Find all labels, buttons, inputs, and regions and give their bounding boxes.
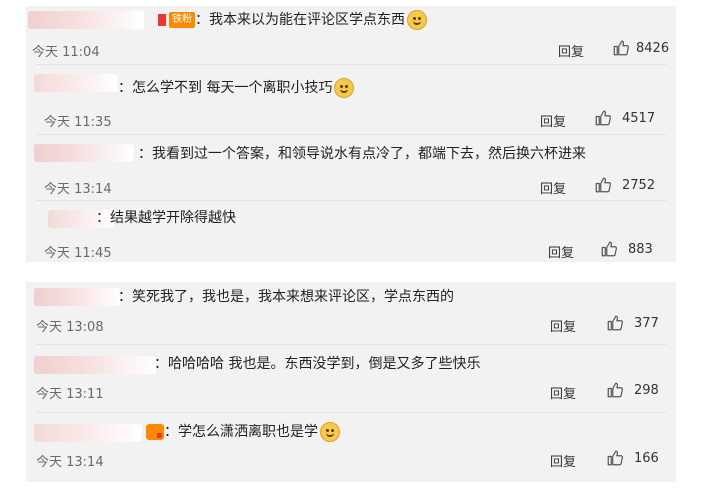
doge-emoji-icon — [407, 10, 427, 30]
username-blurred[interactable] — [34, 424, 142, 442]
reply-button[interactable]: 回复 — [550, 383, 576, 402]
doge-emoji-icon — [334, 78, 355, 98]
divider — [36, 412, 666, 413]
reply-button[interactable]: 回复 — [540, 111, 566, 130]
reply-comment: ：学怎么潇洒离职也是学 今天 13:14 回复 166 — [26, 414, 676, 482]
comment-body: ：哈哈哈哈 我也是。东西没学到，倒是又多了些快乐 — [154, 354, 480, 374]
comment-time: 今天 11:35 — [44, 115, 112, 130]
like-count: 377 — [634, 316, 659, 331]
comment-body: 铁粉 ：我本来以为能在评论区学点东西 — [158, 10, 427, 30]
like-count: 4517 — [622, 111, 656, 126]
reply-button[interactable]: 回复 — [540, 178, 566, 197]
comment-text: ：哈哈哈哈 我也是。东西没学到，倒是又多了些快乐 — [154, 356, 481, 372]
fan-badge-icon: 铁粉 — [169, 12, 195, 28]
doge-emoji-icon — [320, 422, 340, 442]
thumbs-up-icon[interactable] — [606, 314, 624, 332]
fan-badge-label: 铁粉 — [172, 14, 192, 25]
reply-button[interactable]: 回复 — [558, 41, 584, 60]
username-blurred[interactable] — [34, 74, 118, 92]
comment-body: ：怎么学不到 每天一个离职小技巧 — [118, 78, 355, 98]
main-comment: 铁粉 ：我本来以为能在评论区学点东西 今天 11:04 回复 8426 — [26, 6, 676, 64]
reply-comment: ：结果越学开除得越快 今天 11:45 回复 883 — [26, 202, 676, 262]
fan-badge-icon — [146, 424, 164, 440]
reply-button[interactable]: 回复 — [550, 316, 576, 335]
like-count: 166 — [634, 451, 659, 466]
username-blurred[interactable] — [34, 288, 120, 306]
comment-text: ：笑死我了，我也是，我本来想来评论区，学点东西的 — [118, 289, 454, 305]
comment-time: 今天 13:14 — [36, 455, 104, 470]
thumbs-up-icon[interactable] — [600, 240, 618, 258]
like-count: 8426 — [636, 41, 670, 56]
thumbs-up-icon[interactable] — [594, 109, 612, 127]
red-tag-icon — [158, 14, 166, 26]
comment-time: 今天 13:14 — [44, 182, 112, 197]
username-blurred[interactable] — [34, 144, 134, 162]
reply-button[interactable]: 回复 — [548, 242, 574, 261]
comment-time: 今天 11:45 — [44, 246, 112, 261]
reply-comment: ：哈哈哈哈 我也是。东西没学到，倒是又多了些快乐 今天 13:11 回复 298 — [26, 346, 676, 410]
like-count: 298 — [634, 383, 659, 398]
divider — [36, 344, 666, 345]
divider — [36, 200, 666, 201]
comment-text: ：我本来以为能在评论区学点东西 — [195, 12, 405, 28]
thumbs-up-icon[interactable] — [606, 381, 624, 399]
reply-comment: ：怎么学不到 每天一个离职小技巧 今天 11:35 回复 4517 — [26, 66, 676, 130]
comment-text: ：学怎么潇洒离职也是学 — [164, 424, 318, 440]
comment-thread-panel: ：笑死我了，我也是，我本来想来评论区，学点东西的 今天 13:08 回复 377… — [26, 282, 676, 482]
comment-body: ：笑死我了，我也是，我本来想来评论区，学点东西的 — [118, 287, 454, 307]
comment-body: ：我看到过一个答案，和领导说水有点冷了，都端下去，然后换六杯进来 — [138, 144, 586, 164]
username-blurred[interactable] — [28, 11, 144, 29]
comment-text: ：怎么学不到 每天一个离职小技巧 — [118, 80, 333, 96]
comment-body: ：学怎么潇洒离职也是学 — [146, 422, 340, 442]
reply-comment: ：笑死我了，我也是，我本来想来评论区，学点东西的 今天 13:08 回复 377 — [26, 282, 676, 342]
like-count: 2752 — [622, 178, 656, 193]
comment-text: ：结果越学开除得越快 — [96, 210, 236, 226]
divider — [36, 134, 666, 135]
comment-time: 今天 13:08 — [36, 320, 104, 335]
comment-body: ：结果越学开除得越快 — [96, 208, 236, 228]
thumbs-up-icon[interactable] — [612, 39, 630, 57]
comment-time: 今天 11:04 — [32, 45, 100, 60]
reply-button[interactable]: 回复 — [550, 451, 576, 470]
divider — [36, 64, 666, 65]
thumbs-up-icon[interactable] — [594, 176, 612, 194]
thumbs-up-icon[interactable] — [606, 449, 624, 467]
reply-comment: ：我看到过一个答案，和领导说水有点冷了，都端下去，然后换六杯进来 今天 13:1… — [26, 136, 676, 198]
like-count: 883 — [628, 242, 653, 257]
comment-text: ：我看到过一个答案，和领导说水有点冷了，都端下去，然后换六杯进来 — [138, 146, 586, 162]
username-blurred[interactable] — [34, 356, 156, 374]
comment-time: 今天 13:11 — [36, 387, 104, 402]
comment-thread-panel: 铁粉 ：我本来以为能在评论区学点东西 今天 11:04 回复 8426 ：怎么学不… — [26, 6, 676, 262]
